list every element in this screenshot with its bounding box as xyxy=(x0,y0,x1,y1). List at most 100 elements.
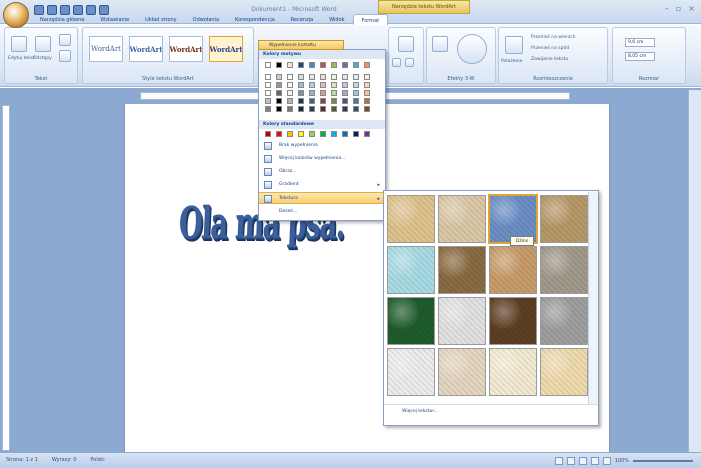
texture-tile[interactable] xyxy=(489,246,537,294)
theme-color-swatch[interactable] xyxy=(276,62,282,68)
shape-fill-button[interactable]: Wypełnienie kształtu xyxy=(258,40,344,50)
vertical-text-icon[interactable] xyxy=(59,50,71,62)
theme-color-swatch[interactable] xyxy=(331,98,337,104)
theme-color-swatch[interactable] xyxy=(320,90,326,96)
theme-color-swatch[interactable] xyxy=(364,74,370,80)
theme-color-swatch[interactable] xyxy=(298,90,304,96)
office-button[interactable] xyxy=(3,2,29,28)
even-height-icon[interactable] xyxy=(59,34,71,46)
standard-color-swatch[interactable] xyxy=(287,131,293,137)
theme-color-swatch[interactable] xyxy=(353,98,359,104)
standard-color-swatch[interactable] xyxy=(320,131,326,137)
theme-color-swatch[interactable] xyxy=(353,82,359,88)
bring-front-label[interactable]: Przenieś na wierzch xyxy=(531,34,576,41)
theme-color-swatch[interactable] xyxy=(309,82,315,88)
pattern-item[interactable]: Deseń... xyxy=(259,206,385,218)
texture-tile[interactable] xyxy=(540,246,588,294)
theme-color-swatch[interactable] xyxy=(320,98,326,104)
no-fill-item[interactable]: Brak wypełnienia xyxy=(259,140,385,152)
texture-tile[interactable] xyxy=(540,195,588,243)
standard-color-swatch[interactable] xyxy=(309,131,315,137)
theme-color-swatch[interactable] xyxy=(320,106,326,112)
more-fill-colors-item[interactable]: Więcej kolorów wypełnienia... xyxy=(259,153,385,165)
gradient-item[interactable]: Gradient ▸ xyxy=(259,179,385,191)
theme-color-swatch[interactable] xyxy=(331,74,337,80)
theme-color-swatch[interactable] xyxy=(276,82,282,88)
vertical-scrollbar[interactable] xyxy=(688,90,701,452)
theme-color-swatch[interactable] xyxy=(298,74,304,80)
theme-color-swatch[interactable] xyxy=(265,106,271,112)
theme-color-swatch[interactable] xyxy=(331,90,337,96)
vertical-ruler[interactable] xyxy=(2,105,10,451)
theme-color-swatch[interactable] xyxy=(309,90,315,96)
texture-tile[interactable] xyxy=(489,297,537,345)
standard-color-swatch[interactable] xyxy=(276,131,282,137)
shadow-toggle-icon[interactable] xyxy=(405,58,414,67)
standard-color-swatch[interactable] xyxy=(298,131,304,137)
theme-color-swatch[interactable] xyxy=(265,62,271,68)
theme-color-swatch[interactable] xyxy=(353,106,359,112)
texture-tile[interactable] xyxy=(438,297,486,345)
theme-color-swatch[interactable] xyxy=(353,62,359,68)
position-icon[interactable] xyxy=(505,36,523,54)
standard-color-swatch[interactable] xyxy=(331,131,337,137)
theme-color-swatch[interactable] xyxy=(287,106,293,112)
texture-tile[interactable] xyxy=(489,348,537,396)
minimize-icon[interactable]: – xyxy=(665,4,669,13)
theme-color-swatch[interactable] xyxy=(298,98,304,104)
texture-item[interactable]: Tekstura ▸ xyxy=(259,192,385,204)
spacing-label[interactable]: Odstępy xyxy=(33,55,52,62)
3d-effects-icon[interactable] xyxy=(432,36,448,52)
theme-color-swatch[interactable] xyxy=(342,98,348,104)
zoom-slider[interactable] xyxy=(633,460,693,462)
texture-tile[interactable] xyxy=(387,246,435,294)
zoom-level[interactable]: 100% xyxy=(615,458,629,464)
theme-color-swatch[interactable] xyxy=(265,82,271,88)
standard-color-swatch[interactable] xyxy=(353,131,359,137)
theme-color-swatch[interactable] xyxy=(320,62,326,68)
wordart-style-2[interactable]: WordArt xyxy=(129,36,163,62)
3d-tilt-icon[interactable] xyxy=(457,34,487,64)
texture-tile[interactable] xyxy=(438,348,486,396)
position-label[interactable]: Położenie xyxy=(501,58,522,65)
wordart-style-4[interactable]: WordArt xyxy=(209,36,243,62)
theme-color-swatch[interactable] xyxy=(342,106,348,112)
shadow-effects-icon[interactable] xyxy=(398,36,414,52)
print-layout-icon[interactable] xyxy=(554,457,563,465)
language[interactable]: Polski xyxy=(90,457,104,463)
theme-color-swatch[interactable] xyxy=(298,62,304,68)
texture-tile[interactable] xyxy=(438,195,486,243)
edit-text-label[interactable]: Edytuj tekst xyxy=(8,55,35,62)
theme-color-swatch[interactable] xyxy=(276,106,282,112)
theme-color-swatch[interactable] xyxy=(298,106,304,112)
theme-color-swatch[interactable] xyxy=(342,74,348,80)
theme-color-swatch[interactable] xyxy=(309,98,315,104)
picture-item[interactable]: Obraz... xyxy=(259,166,385,178)
texture-tile[interactable] xyxy=(387,297,435,345)
height-input[interactable]: 9,6 cm xyxy=(625,38,655,47)
texture-tile[interactable] xyxy=(540,348,588,396)
full-screen-icon[interactable] xyxy=(566,457,575,465)
theme-color-swatch[interactable] xyxy=(353,90,359,96)
theme-color-swatch[interactable] xyxy=(331,62,337,68)
theme-color-swatch[interactable] xyxy=(309,62,315,68)
theme-color-swatch[interactable] xyxy=(276,98,282,104)
theme-color-swatch[interactable] xyxy=(342,62,348,68)
edit-text-icon[interactable] xyxy=(11,36,27,52)
maximize-icon[interactable]: ▫ xyxy=(676,4,681,13)
theme-color-swatch[interactable] xyxy=(331,82,337,88)
more-textures-item[interactable]: Więcej tekstur... xyxy=(384,404,598,418)
theme-color-swatch[interactable] xyxy=(342,90,348,96)
word-count[interactable]: Wyrazy: 0 xyxy=(52,457,77,463)
theme-color-swatch[interactable] xyxy=(298,82,304,88)
theme-color-swatch[interactable] xyxy=(364,98,370,104)
spacing-icon[interactable] xyxy=(35,36,51,52)
theme-color-swatch[interactable] xyxy=(342,82,348,88)
theme-color-swatch[interactable] xyxy=(331,106,337,112)
standard-color-swatch[interactable] xyxy=(265,131,271,137)
theme-color-swatch[interactable] xyxy=(364,106,370,112)
theme-color-swatch[interactable] xyxy=(309,74,315,80)
outline-icon[interactable] xyxy=(590,457,599,465)
theme-color-swatch[interactable] xyxy=(353,74,359,80)
standard-color-swatch[interactable] xyxy=(364,131,370,137)
